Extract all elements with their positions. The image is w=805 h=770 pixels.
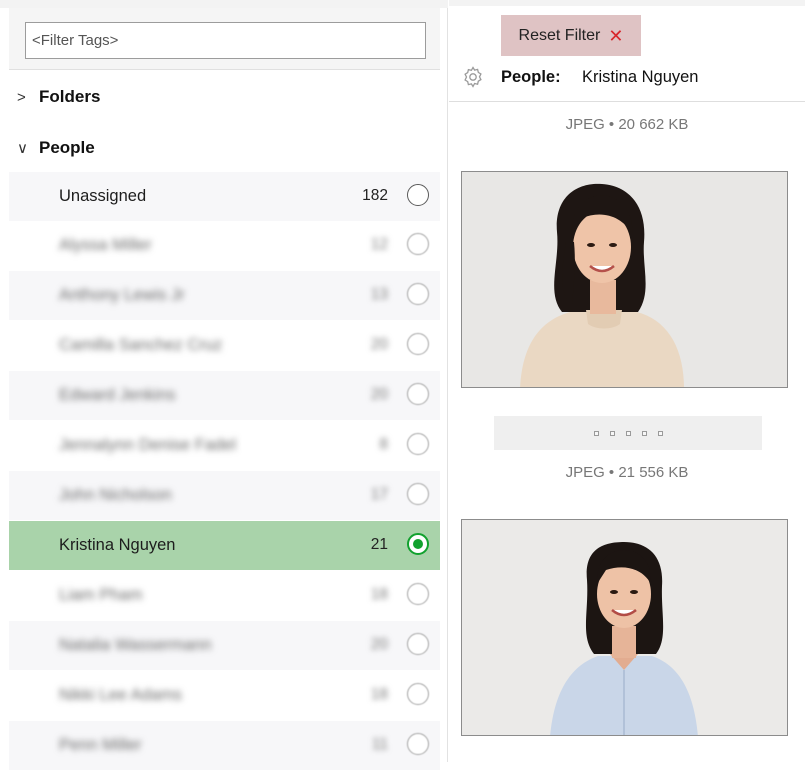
gear-icon[interactable] bbox=[461, 65, 485, 89]
radio-button[interactable] bbox=[407, 683, 429, 705]
radio-button[interactable] bbox=[407, 483, 429, 505]
person-name: Penn Miller bbox=[59, 736, 142, 754]
radio-button[interactable] bbox=[407, 633, 429, 655]
person-name: Liam Pham bbox=[59, 586, 143, 604]
radio-button[interactable] bbox=[407, 383, 429, 405]
photo-thumbnail[interactable] bbox=[461, 519, 788, 736]
person-row[interactable]: Anthony Lewis Jr 13 bbox=[9, 271, 440, 320]
panel-top-border bbox=[0, 0, 448, 8]
photo-viewer: Reset Filter ✕ People: Kristina Nguyen J… bbox=[449, 0, 805, 762]
rating-star-icon[interactable] bbox=[657, 430, 663, 436]
radio-button[interactable] bbox=[407, 233, 429, 255]
radio-button[interactable] bbox=[407, 583, 429, 605]
person-name: Kristina Nguyen bbox=[59, 536, 176, 554]
person-row[interactable]: Penn Miller 11 bbox=[9, 721, 440, 770]
radio-button[interactable] bbox=[407, 333, 429, 355]
radio-button[interactable] bbox=[407, 184, 429, 206]
rating-star-icon[interactable] bbox=[609, 430, 615, 436]
person-count: 20 bbox=[370, 386, 388, 403]
filter-people-value: Kristina Nguyen bbox=[582, 68, 699, 86]
person-count: 18 bbox=[370, 686, 388, 703]
person-row[interactable]: Alyssa Miller 12 bbox=[9, 221, 440, 270]
radio-button[interactable] bbox=[407, 733, 429, 755]
person-row[interactable]: Camilla Sanchez Cruz 20 bbox=[9, 321, 440, 370]
woman-blue-shirt-photo bbox=[462, 520, 787, 735]
person-count: 12 bbox=[370, 236, 388, 253]
radio-button-selected[interactable] bbox=[407, 533, 429, 555]
person-name: Alyssa Miller bbox=[59, 236, 152, 254]
person-count: 18 bbox=[370, 586, 388, 603]
reset-filter-button[interactable]: Reset Filter ✕ bbox=[501, 15, 641, 56]
chevron-right-icon[interactable]: > bbox=[9, 89, 39, 106]
person-row[interactable]: Jennalynn Denise Fadel 8 bbox=[9, 421, 440, 470]
person-name: Unassigned bbox=[59, 187, 147, 205]
person-name: John Nicholson bbox=[59, 486, 172, 504]
rating-star-icon[interactable] bbox=[641, 430, 647, 436]
rating-star-icon[interactable] bbox=[593, 430, 599, 436]
close-x-icon: ✕ bbox=[608, 25, 624, 46]
chevron-down-icon[interactable]: ∨ bbox=[9, 139, 39, 157]
radio-button[interactable] bbox=[407, 283, 429, 305]
person-name: Jennalynn Denise Fadel bbox=[59, 436, 237, 454]
active-filter-bar: People: Kristina Nguyen bbox=[449, 62, 805, 102]
rating-stars[interactable] bbox=[494, 416, 762, 450]
photo-thumbnail[interactable] bbox=[461, 171, 788, 388]
person-count: 8 bbox=[379, 436, 388, 453]
viewer-top-border bbox=[449, 0, 805, 6]
person-row[interactable]: Natalia Wassermann 20 bbox=[9, 621, 440, 670]
person-count: 11 bbox=[371, 736, 388, 753]
section-folders-label: Folders bbox=[39, 87, 101, 106]
filter-tags-bar bbox=[9, 8, 440, 70]
person-count: 20 bbox=[370, 336, 388, 353]
person-row[interactable]: Liam Pham 18 bbox=[9, 571, 440, 620]
person-name: Nikki Lee Adams bbox=[59, 686, 182, 704]
section-folders[interactable]: > Folders bbox=[9, 74, 440, 120]
person-row[interactable]: Nikki Lee Adams 18 bbox=[9, 671, 440, 720]
filter-tags-input[interactable] bbox=[25, 22, 426, 59]
person-row[interactable]: John Nicholson 17 bbox=[9, 471, 440, 520]
person-name: Camilla Sanchez Cruz bbox=[59, 336, 223, 354]
person-name: Edward Jenkins bbox=[59, 386, 176, 404]
person-count: 17 bbox=[370, 486, 388, 503]
section-people[interactable]: ∨ People bbox=[9, 125, 440, 171]
person-count: 13 bbox=[370, 286, 388, 303]
filter-people-label: People: bbox=[501, 68, 561, 86]
photo-meta: JPEG • 21 556 KB bbox=[565, 464, 689, 481]
person-row[interactable]: Edward Jenkins 20 bbox=[9, 371, 440, 420]
person-row-kristina-nguyen[interactable]: Kristina Nguyen 21 bbox=[9, 521, 440, 570]
photo-meta: JPEG • 20 662 KB bbox=[565, 116, 689, 133]
person-count: 21 bbox=[370, 536, 388, 553]
radio-button[interactable] bbox=[407, 433, 429, 455]
woman-beige-sweater-photo bbox=[462, 172, 787, 387]
person-name: Anthony Lewis Jr bbox=[59, 286, 185, 304]
tags-panel: > Folders ∨ People Unassigned 182 Alyssa… bbox=[0, 0, 448, 770]
person-name: Natalia Wassermann bbox=[59, 636, 212, 654]
section-people-label: People bbox=[39, 138, 95, 157]
rating-star-icon[interactable] bbox=[625, 430, 631, 436]
person-count: 20 bbox=[370, 636, 388, 653]
person-count: 182 bbox=[362, 187, 388, 204]
person-row-unassigned[interactable]: Unassigned 182 bbox=[9, 172, 440, 221]
reset-filter-label: Reset Filter bbox=[518, 26, 601, 44]
